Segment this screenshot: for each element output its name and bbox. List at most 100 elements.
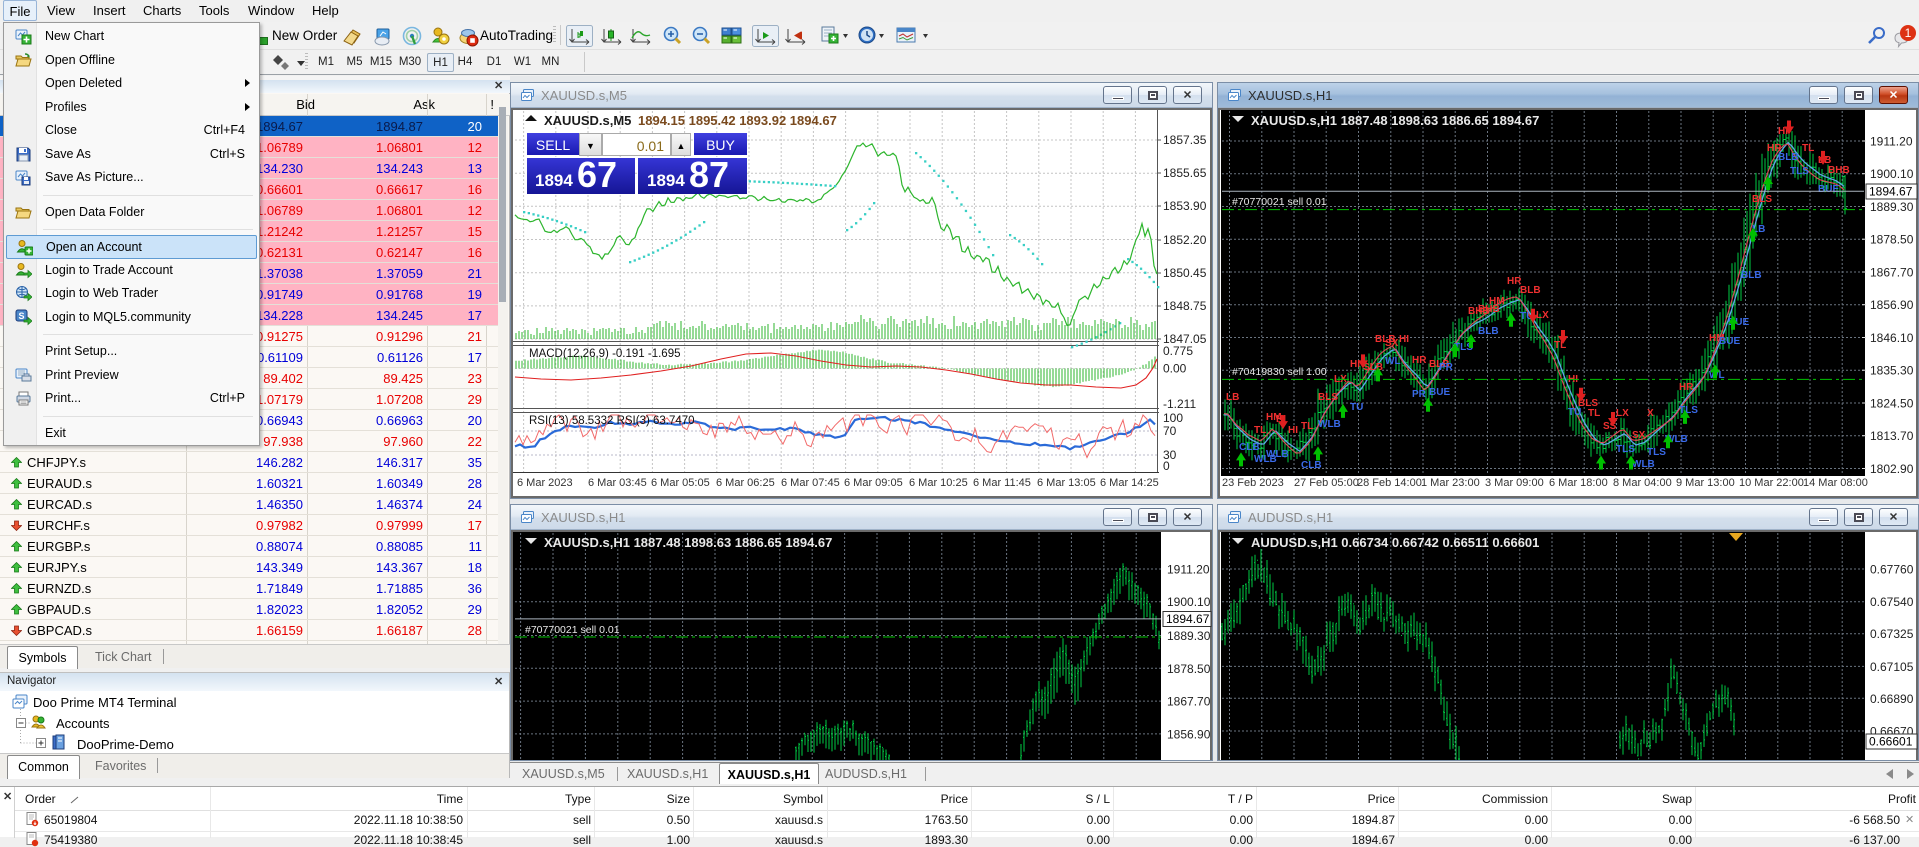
svg-text:BLB: BLB — [1520, 285, 1541, 296]
svg-text:LX: LX — [1536, 310, 1549, 321]
svg-text:TLS: TLS — [1790, 166, 1809, 177]
svg-text:0.67325: 0.67325 — [1870, 627, 1914, 641]
svg-text:PR: PR — [1439, 362, 1454, 373]
svg-text:TLS: TLS — [1647, 447, 1666, 458]
svg-text:XAUUSD.s,M5: XAUUSD.s,M5 — [544, 113, 631, 128]
svg-text:27 Feb 05:00: 27 Feb 05:00 — [1294, 477, 1359, 489]
svg-text:1911.20: 1911.20 — [1167, 563, 1210, 577]
svg-text:1856.90: 1856.90 — [1167, 727, 1211, 741]
svg-text:TL: TL — [1802, 143, 1814, 154]
svg-text:70: 70 — [1163, 424, 1177, 438]
svg-text:1894.15 1895.42 1893.92 1894.6: 1894.15 1895.42 1893.92 1894.67 — [638, 113, 837, 128]
svg-text:0.66601: 0.66601 — [1869, 735, 1913, 749]
svg-text:1889.30: 1889.30 — [1870, 200, 1914, 214]
svg-text:1 Mar 23:00: 1 Mar 23:00 — [1421, 477, 1480, 489]
svg-text:Doo Prime MT4 Terminal: Doo Prime MT4 Terminal — [33, 695, 177, 710]
svg-text:6 Mar 13:05: 6 Mar 13:05 — [1037, 477, 1096, 489]
svg-text:6 Mar 05:05: 6 Mar 05:05 — [651, 477, 710, 489]
svg-text:1: 1 — [1905, 26, 1912, 40]
svg-text:1900.10: 1900.10 — [1167, 595, 1211, 609]
svg-text:1835.30: 1835.30 — [1870, 364, 1914, 378]
svg-text:AUDUSD.s,H1 0.66734 0.66742 0: AUDUSD.s,H1 0.66734 0.66742 0.66511 0.66… — [1251, 535, 1539, 550]
svg-text:#70419830 sell 1.00: #70419830 sell 1.00 — [1232, 366, 1327, 378]
svg-text:BLS: BLS — [1318, 392, 1338, 403]
svg-text:6 Mar 06:25: 6 Mar 06:25 — [716, 477, 775, 489]
svg-text:6 Mar 07:45: 6 Mar 07:45 — [781, 477, 840, 489]
svg-text:1889.30: 1889.30 — [1167, 629, 1211, 643]
svg-text:TLS: TLS — [1679, 405, 1698, 416]
svg-text:RSI(13) 58.5332 RSI(3) 63.747: RSI(13) 58.5332 RSI(3) 63.7470 — [529, 415, 695, 427]
svg-text:SX: SX — [1385, 338, 1399, 349]
svg-text:TLS: TLS — [1616, 444, 1635, 455]
svg-text:BLB: BLB — [1778, 152, 1799, 163]
svg-text:HI: HI — [1288, 425, 1298, 436]
svg-text:CLB: CLB — [1239, 442, 1260, 453]
svg-text:TU: TU — [1568, 407, 1581, 418]
svg-text:WLB: WLB — [1318, 419, 1341, 430]
svg-text:HM: HM — [1489, 296, 1505, 307]
svg-text:TU: TU — [1350, 402, 1363, 413]
svg-text:#70770021 sell 0.01: #70770021 sell 0.01 — [525, 624, 620, 636]
svg-text:HI: HI — [1399, 334, 1409, 345]
svg-text:0.67760: 0.67760 — [1870, 563, 1914, 577]
svg-text:1867.70: 1867.70 — [1167, 695, 1211, 709]
svg-text:0.67540: 0.67540 — [1870, 595, 1914, 609]
svg-text:1857.35: 1857.35 — [1163, 133, 1207, 147]
svg-text:S: S — [18, 311, 24, 321]
svg-text:LX: LX — [1616, 408, 1629, 419]
svg-text:1852.20: 1852.20 — [1163, 233, 1207, 247]
svg-text:BLB: BLB — [1478, 326, 1499, 337]
svg-text:10 Mar 22:00: 10 Mar 22:00 — [1739, 477, 1804, 489]
svg-text:HR: HR — [1412, 355, 1427, 366]
svg-text:XAUUSD.s,H1 1887.48 1898.63 1: XAUUSD.s,H1 1887.48 1898.63 1886.65 1894… — [544, 535, 832, 550]
svg-text:BUE: BUE — [1818, 184, 1839, 195]
svg-text:23 Feb 2023: 23 Feb 2023 — [1222, 477, 1284, 489]
svg-text:TL: TL — [1588, 408, 1600, 419]
svg-text:6 Mar 18:00: 6 Mar 18:00 — [1549, 477, 1608, 489]
svg-text:BHB: BHB — [1828, 165, 1850, 176]
svg-text:DooPrime-Demo: DooPrime-Demo — [77, 737, 174, 752]
svg-text:0.67105: 0.67105 — [1870, 660, 1914, 674]
svg-text:HR: HR — [1679, 382, 1694, 393]
svg-text:3 Mar 09:00: 3 Mar 09:00 — [1485, 477, 1544, 489]
svg-text:XAUUSD.s,H1 1887.48 1898.63 1: XAUUSD.s,H1 1887.48 1898.63 1886.65 1894… — [1251, 113, 1539, 128]
svg-text:1894.67: 1894.67 — [1166, 612, 1210, 626]
svg-text:1900.10: 1900.10 — [1870, 167, 1914, 181]
svg-text:X: X — [1647, 408, 1654, 419]
svg-text:BLS: BLS — [1752, 194, 1772, 205]
svg-text:WL: WL — [1385, 356, 1401, 367]
svg-text:1813.70: 1813.70 — [1870, 429, 1914, 443]
svg-text:BLB: BLB — [1741, 270, 1762, 281]
svg-text:28 Feb 14:00: 28 Feb 14:00 — [1357, 477, 1422, 489]
svg-text:-1.211: -1.211 — [1163, 397, 1196, 411]
svg-text:1846.10: 1846.10 — [1870, 331, 1914, 345]
svg-text:TL: TL — [1254, 425, 1266, 436]
svg-text:8 Mar 04:00: 8 Mar 04:00 — [1613, 477, 1672, 489]
svg-text:1878.50: 1878.50 — [1870, 233, 1914, 247]
svg-text:14 Mar 08:00: 14 Mar 08:00 — [1803, 477, 1868, 489]
svg-text:Accounts: Accounts — [56, 716, 110, 731]
svg-text:WLB: WLB — [1632, 459, 1655, 470]
svg-text:1911.20: 1911.20 — [1870, 135, 1913, 149]
svg-text:9 Mar 13:00: 9 Mar 13:00 — [1676, 477, 1735, 489]
svg-text:BUE: BUE — [1719, 336, 1740, 347]
svg-text:0.00: 0.00 — [1163, 362, 1187, 376]
svg-text:#70770021 sell 0.01: #70770021 sell 0.01 — [1232, 196, 1327, 208]
svg-text:6 Mar 09:05: 6 Mar 09:05 — [844, 477, 903, 489]
svg-text:PR: PR — [1412, 389, 1427, 400]
svg-text:0.775: 0.775 — [1163, 344, 1193, 358]
svg-text:CLB: CLB — [1301, 460, 1322, 471]
svg-text:1824.50: 1824.50 — [1870, 397, 1914, 411]
svg-text:6 Mar 11:45: 6 Mar 11:45 — [973, 477, 1031, 489]
svg-text:BUE: BUE — [1429, 387, 1450, 398]
svg-text:100: 100 — [1163, 411, 1183, 425]
svg-text:1848.75: 1848.75 — [1163, 299, 1207, 313]
svg-text:1894.67: 1894.67 — [1869, 185, 1913, 199]
svg-text:1855.65: 1855.65 — [1163, 166, 1207, 180]
svg-text:1850.45: 1850.45 — [1163, 266, 1207, 280]
svg-text:1867.70: 1867.70 — [1870, 266, 1914, 280]
svg-text:0.66890: 0.66890 — [1870, 692, 1914, 706]
svg-text:1878.50: 1878.50 — [1167, 662, 1211, 676]
svg-text:6 Mar 10:25: 6 Mar 10:25 — [909, 477, 968, 489]
svg-text:6 Mar 14:25: 6 Mar 14:25 — [1100, 477, 1159, 489]
